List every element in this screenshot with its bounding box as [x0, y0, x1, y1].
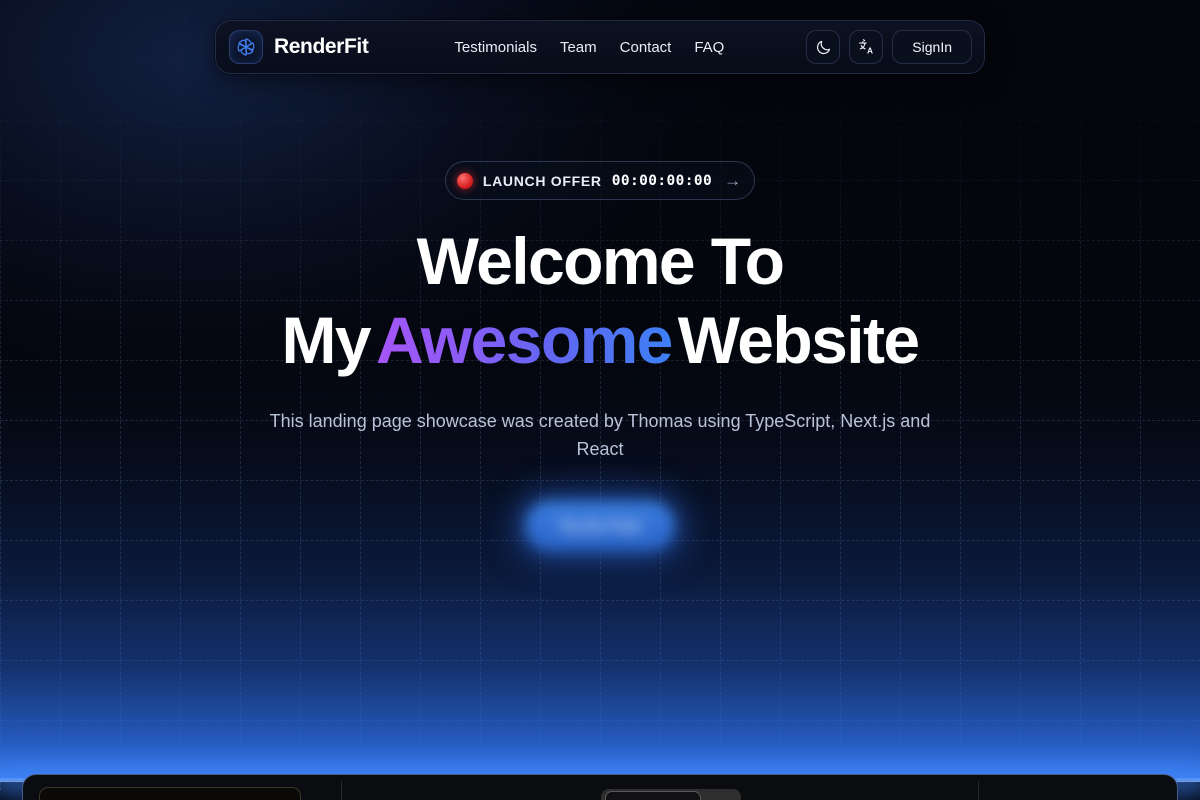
grid-line-vertical: [600, 0, 601, 790]
header-actions: A SignIn: [806, 30, 984, 64]
brand-name: RenderFit: [274, 35, 369, 58]
grid-line-vertical: [180, 0, 181, 790]
grid-line-horizontal: [0, 600, 1200, 601]
launch-offer-label: LAUNCH OFFER: [482, 172, 602, 189]
theme-toggle-button[interactable]: [806, 30, 841, 64]
grid-line-vertical: [1140, 0, 1141, 790]
headline-word-awesome: Awesome: [370, 303, 678, 377]
signin-button[interactable]: SignIn: [892, 30, 972, 64]
grid-line-horizontal: [0, 0, 1200, 1]
grid-line-vertical: [660, 0, 661, 790]
grid-line-vertical: [780, 0, 781, 790]
nav-link-team[interactable]: Team: [560, 39, 597, 56]
pinwheel-shutter-glyph: [237, 38, 255, 56]
translate-icon: A: [858, 38, 873, 55]
bottom-panel: [22, 774, 1178, 800]
grid-line-vertical: [900, 0, 901, 790]
cta-button-wrapper: Try for Free: [525, 501, 675, 551]
bottom-panel-divider-left: [341, 781, 342, 800]
red-status-dot-icon: [456, 172, 473, 189]
bottom-panel-divider-right: [978, 781, 979, 800]
moon-icon: [816, 40, 830, 54]
brand-logo[interactable]: RenderFit: [216, 30, 369, 64]
nav-link-testimonials[interactable]: Testimonials: [454, 39, 537, 56]
grid-line-vertical: [1080, 0, 1081, 790]
nav-link-contact[interactable]: Contact: [620, 39, 672, 56]
hero-subtitle: This landing page showcase was created b…: [269, 411, 931, 459]
grid-line-horizontal: [0, 480, 1200, 481]
grid-line-vertical: [960, 0, 961, 790]
countdown-timer: 00:00:00:00: [611, 172, 713, 189]
grid-line-vertical: [120, 0, 121, 790]
grid-line-vertical: [420, 0, 421, 790]
grid-line-vertical: [300, 0, 301, 790]
svg-text:A: A: [867, 45, 873, 55]
headline-line-1: Welcome To: [416, 224, 785, 298]
grid-line-horizontal: [0, 720, 1200, 721]
grid-line-vertical: [720, 0, 721, 790]
grid-line-horizontal: [0, 660, 1200, 661]
headline-word-website: Website: [677, 303, 920, 377]
try-for-free-button[interactable]: Try for Free: [525, 501, 675, 551]
blueprint-grid-background: [0, 0, 1200, 790]
site-header: RenderFit Testimonials Team Contact FAQ: [215, 20, 985, 74]
grid-line-vertical: [240, 0, 241, 790]
grid-line-vertical: [60, 0, 61, 790]
headline-word-my: My: [281, 303, 372, 377]
grid-line-vertical: [840, 0, 841, 790]
grid-line-vertical: [480, 0, 481, 790]
language-toggle-button[interactable]: A: [849, 30, 884, 64]
nav-link-faq[interactable]: FAQ: [694, 39, 724, 56]
page-title: Welcome To MyAwesomeWebsite: [282, 228, 920, 373]
grid-line-vertical: [1020, 0, 1021, 790]
launch-offer-badge[interactable]: LAUNCH OFFER 00:00:00:00 →: [444, 161, 756, 200]
grid-line-horizontal: [0, 120, 1200, 121]
pinwheel-shutter-icon: [229, 30, 263, 64]
arrow-right-icon: →: [724, 171, 742, 190]
grid-line-vertical: [540, 0, 541, 790]
headline-line-2: MyAwesomeWebsite: [282, 307, 920, 373]
hero-section: LAUNCH OFFER 00:00:00:00 → Welcome To My…: [0, 0, 1200, 800]
grid-line-vertical: [0, 0, 1, 790]
grid-line-vertical: [360, 0, 361, 790]
bottom-panel-left-card: [39, 787, 301, 800]
main-navigation: Testimonials Team Contact FAQ: [454, 39, 724, 56]
landing-page: RenderFit Testimonials Team Contact FAQ: [0, 0, 1200, 800]
bottom-panel-chip-inner: [605, 791, 701, 800]
